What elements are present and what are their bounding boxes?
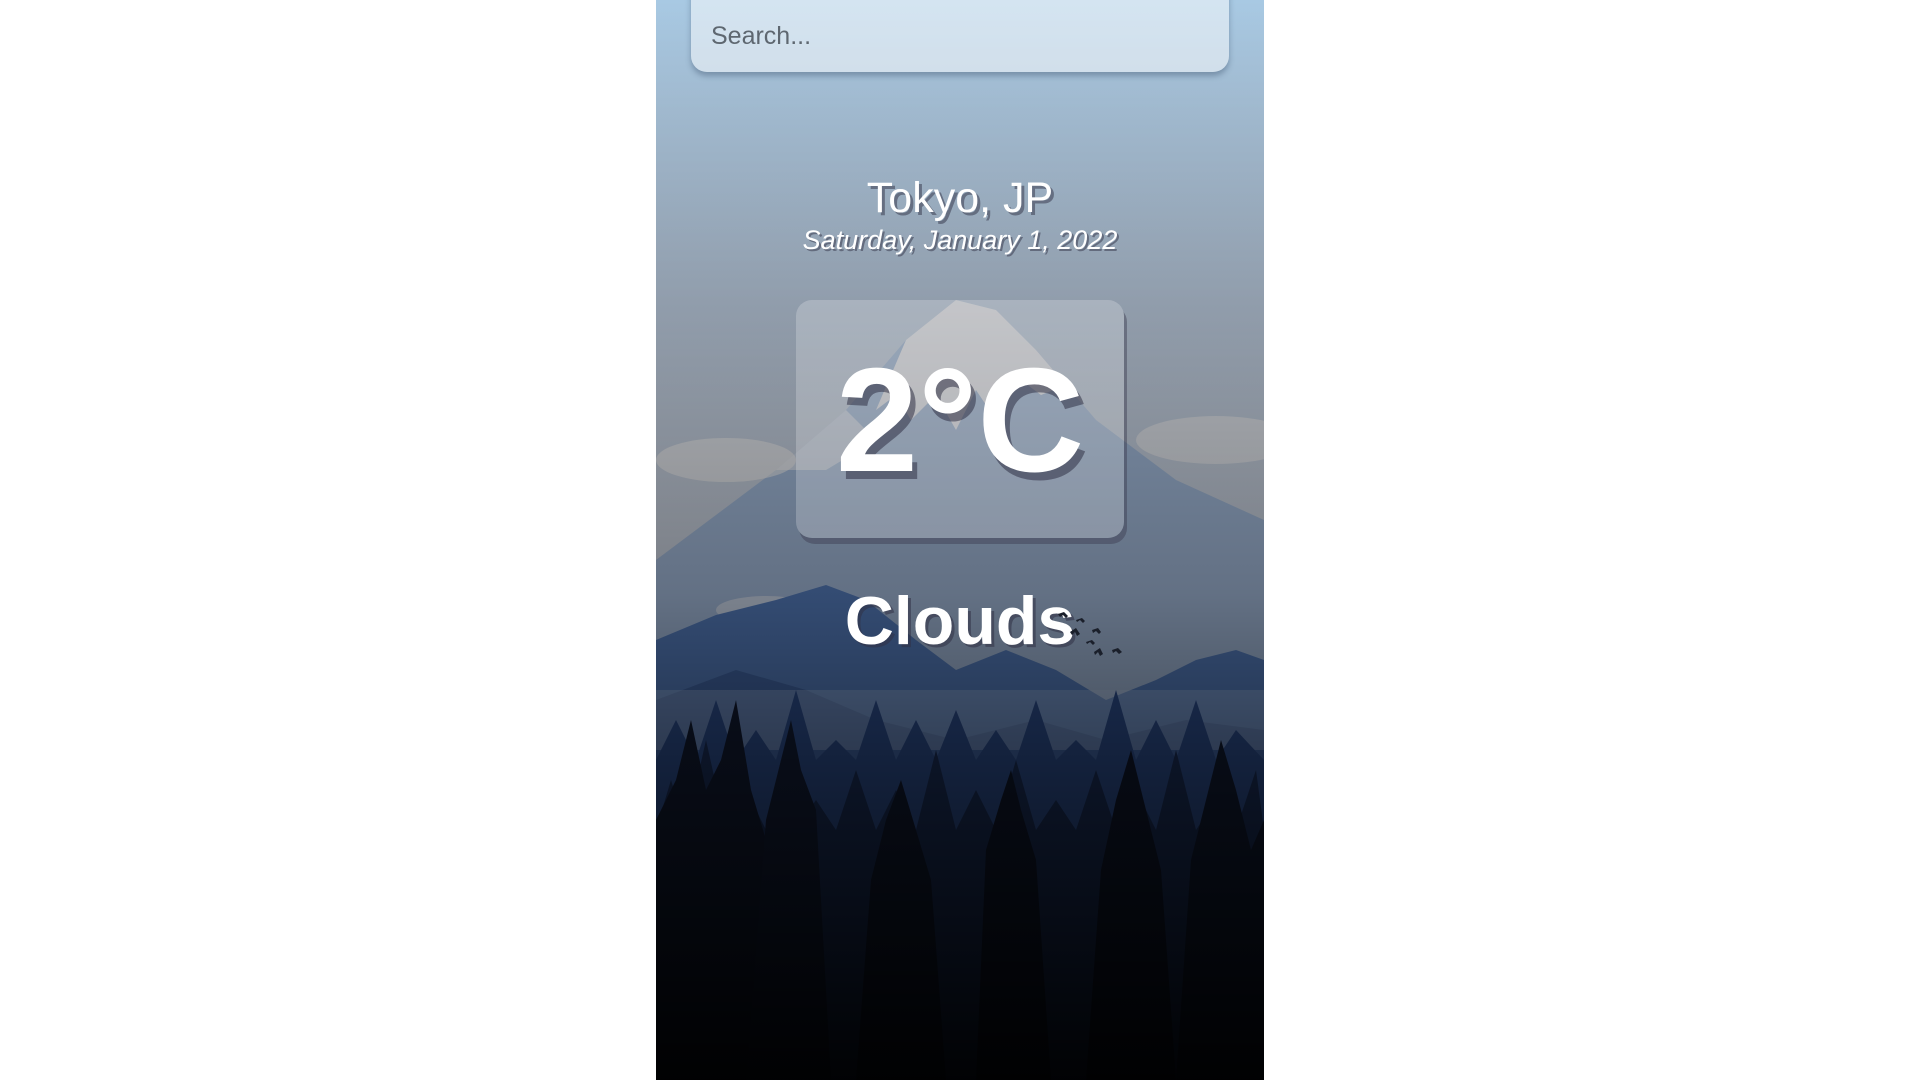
- birds-icon: [1058, 612, 1122, 656]
- location-name: Tokyo, JP: [866, 174, 1054, 222]
- temperature-value: 2°C: [835, 338, 1085, 503]
- weather-condition: Clouds: [844, 583, 1076, 659]
- temperature-card: 2°C: [796, 300, 1124, 538]
- current-date: Saturday, January 1, 2022: [802, 225, 1118, 255]
- search-input[interactable]: [691, 0, 1229, 72]
- background-landscape: [656, 0, 1264, 1080]
- weather-app: Tokyo, JP Saturday, January 1, 2022 2°C …: [656, 0, 1264, 1080]
